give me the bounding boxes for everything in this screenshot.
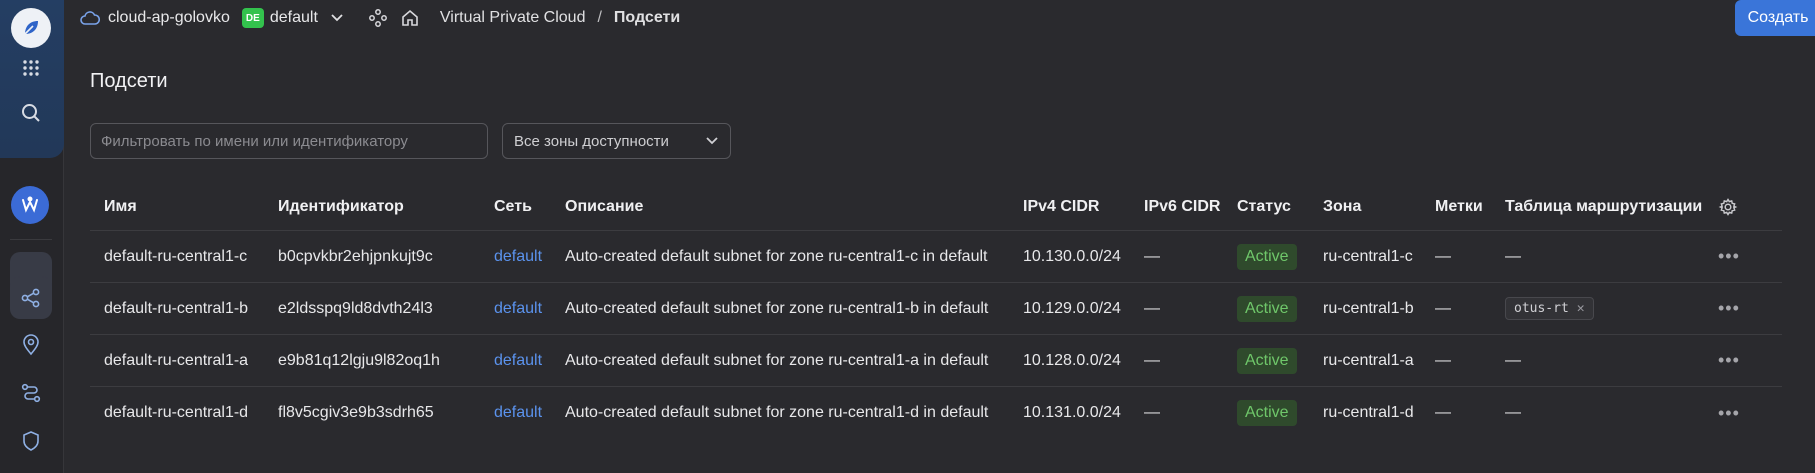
network-link[interactable]: default	[494, 231, 542, 282]
top-bar: cloud-ap-golovko DE default Virtual Priv…	[64, 0, 1815, 36]
location-pin-icon[interactable]	[10, 324, 52, 366]
chevron-down-icon	[706, 137, 718, 145]
status-badge: Active	[1237, 400, 1297, 426]
cell-status: Active	[1237, 387, 1297, 439]
gear-icon[interactable]	[1718, 185, 1738, 228]
zone-select-value: Все зоны доступности	[514, 132, 669, 150]
cell-id: fl8v5cgiv3e9b3sdrh65	[278, 404, 434, 421]
cell-route-table: —	[1505, 404, 1521, 421]
cell-ipv6: —	[1144, 247, 1160, 265]
zone-select[interactable]: Все зоны доступности	[502, 123, 731, 159]
cell-labels: —	[1435, 351, 1451, 369]
route-table-tag-label: otus-rt	[1514, 301, 1569, 316]
cell-name: default-ru-central1-b	[104, 299, 249, 317]
status-badge: Active	[1237, 295, 1297, 322]
table-row[interactable]: default-ru-central1-c b0cpvkbr2ehjpnkujt…	[90, 231, 1782, 283]
apps-grid-icon[interactable]	[10, 47, 52, 89]
create-button[interactable]: Создать	[1735, 0, 1815, 36]
page-title: Подсети	[90, 70, 168, 92]
subnets-table: Имя Идентификатор Сеть Описание IPv4 CID…	[90, 187, 1782, 439]
cell-zone: ru-central1-d	[1323, 404, 1414, 421]
logo-icon[interactable]	[11, 8, 51, 48]
status-badge: Active	[1237, 347, 1297, 374]
cell-ipv6: —	[1144, 404, 1160, 421]
network-link[interactable]: default	[494, 335, 542, 386]
folder-name[interactable]: default	[270, 9, 318, 27]
more-horizontal-icon[interactable]: •••	[1718, 387, 1740, 439]
table-row[interactable]: default-ru-central1-b e2ldsspq9ld8dvth24…	[90, 283, 1782, 335]
table-row[interactable]: default-ru-central1-d fl8v5cgiv3e9b3sdrh…	[90, 387, 1782, 439]
cell-id: e9b81q12lgju9l82oq1h	[278, 351, 440, 369]
cell-status: Active	[1237, 283, 1297, 334]
more-horizontal-icon[interactable]: •••	[1718, 283, 1740, 334]
cell-name: default-ru-central1-a	[104, 351, 249, 369]
more-horizontal-icon[interactable]: •••	[1718, 335, 1740, 386]
app-root: cloud-ap-golovko DE default Virtual Priv…	[0, 0, 1815, 473]
cell-name: default-ru-central1-d	[104, 404, 249, 421]
col-id[interactable]: Идентификатор	[278, 185, 404, 228]
cloud-icon	[80, 10, 100, 26]
cell-name: default-ru-central1-c	[104, 247, 248, 265]
rail-divider	[10, 239, 52, 240]
cell-description: Auto-created default subnet for zone ru-…	[565, 351, 989, 369]
cell-status: Active	[1237, 335, 1297, 386]
col-network[interactable]: Сеть	[494, 185, 532, 228]
cell-id: e2ldsspq9ld8dvth24l3	[278, 299, 433, 317]
cell-status: Active	[1237, 231, 1297, 282]
col-ipv4[interactable]: IPv4 CIDR	[1023, 185, 1099, 228]
cell-ipv4: 10.129.0.0/24	[1023, 299, 1121, 317]
network-link[interactable]: default	[494, 283, 542, 334]
col-name[interactable]: Имя	[104, 185, 137, 228]
search-icon[interactable]	[10, 92, 52, 134]
col-route-table[interactable]: Таблица маршрутизации	[1505, 185, 1702, 228]
folder-badge: DE	[241, 8, 264, 28]
cell-labels: —	[1435, 247, 1451, 265]
cell-description: Auto-created default subnet for zone ru-…	[565, 247, 988, 265]
cloud-name[interactable]: cloud-ap-golovko	[108, 9, 230, 27]
cell-ipv6: —	[1144, 351, 1160, 369]
cell-zone: ru-central1-c	[1323, 247, 1413, 265]
close-icon[interactable]: ✕	[1577, 301, 1585, 316]
col-zone[interactable]: Зона	[1323, 185, 1361, 228]
chevron-down-icon[interactable]	[330, 13, 344, 23]
route-table-tag[interactable]: otus-rt ✕	[1505, 297, 1594, 320]
cell-zone: ru-central1-a	[1323, 351, 1414, 369]
more-horizontal-icon[interactable]: •••	[1718, 231, 1740, 282]
cell-route-table: —	[1505, 351, 1521, 369]
cell-labels: —	[1435, 404, 1451, 421]
col-ipv6[interactable]: IPv6 CIDR	[1144, 185, 1220, 228]
cell-ipv4: 10.131.0.0/24	[1023, 404, 1121, 421]
cell-ipv6: —	[1144, 299, 1160, 317]
shield-icon[interactable]	[10, 420, 52, 462]
col-description[interactable]: Описание	[565, 185, 643, 228]
breadcrumb-service[interactable]: Virtual Private Cloud	[440, 9, 586, 27]
breadcrumb-separator: /	[597, 9, 602, 26]
cell-zone: ru-central1-b	[1323, 299, 1414, 317]
cell-labels: —	[1435, 299, 1451, 317]
cell-ipv4: 10.128.0.0/24	[1023, 351, 1121, 369]
subnets-nav-active[interactable]	[10, 277, 52, 319]
cell-route-table: —	[1505, 247, 1521, 265]
cell-description: Auto-created default subnet for zone ru-…	[565, 404, 989, 421]
filter-input[interactable]	[90, 123, 488, 159]
vpc-service-icon[interactable]	[11, 186, 49, 224]
cell-description: Auto-created default subnet for zone ru-…	[565, 299, 989, 317]
network-link[interactable]: default	[494, 387, 542, 439]
table-header: Имя Идентификатор Сеть Описание IPv4 CID…	[90, 187, 1782, 231]
table-row[interactable]: default-ru-central1-a e9b81q12lgju9l82oq…	[90, 335, 1782, 387]
col-status[interactable]: Статус	[1237, 185, 1291, 228]
left-nav-rail	[0, 0, 64, 473]
col-labels[interactable]: Метки	[1435, 185, 1483, 228]
status-badge: Active	[1237, 243, 1297, 270]
home-icon[interactable]	[400, 8, 420, 28]
cell-route-table: otus-rt ✕	[1505, 283, 1594, 334]
service-graph-icon[interactable]	[368, 8, 388, 28]
cell-id: b0cpvkbr2ehjpnkujt9c	[278, 247, 433, 265]
cell-ipv4: 10.130.0.0/24	[1023, 247, 1121, 265]
breadcrumb-current: Подсети	[613, 9, 681, 26]
routes-icon[interactable]	[10, 372, 52, 414]
